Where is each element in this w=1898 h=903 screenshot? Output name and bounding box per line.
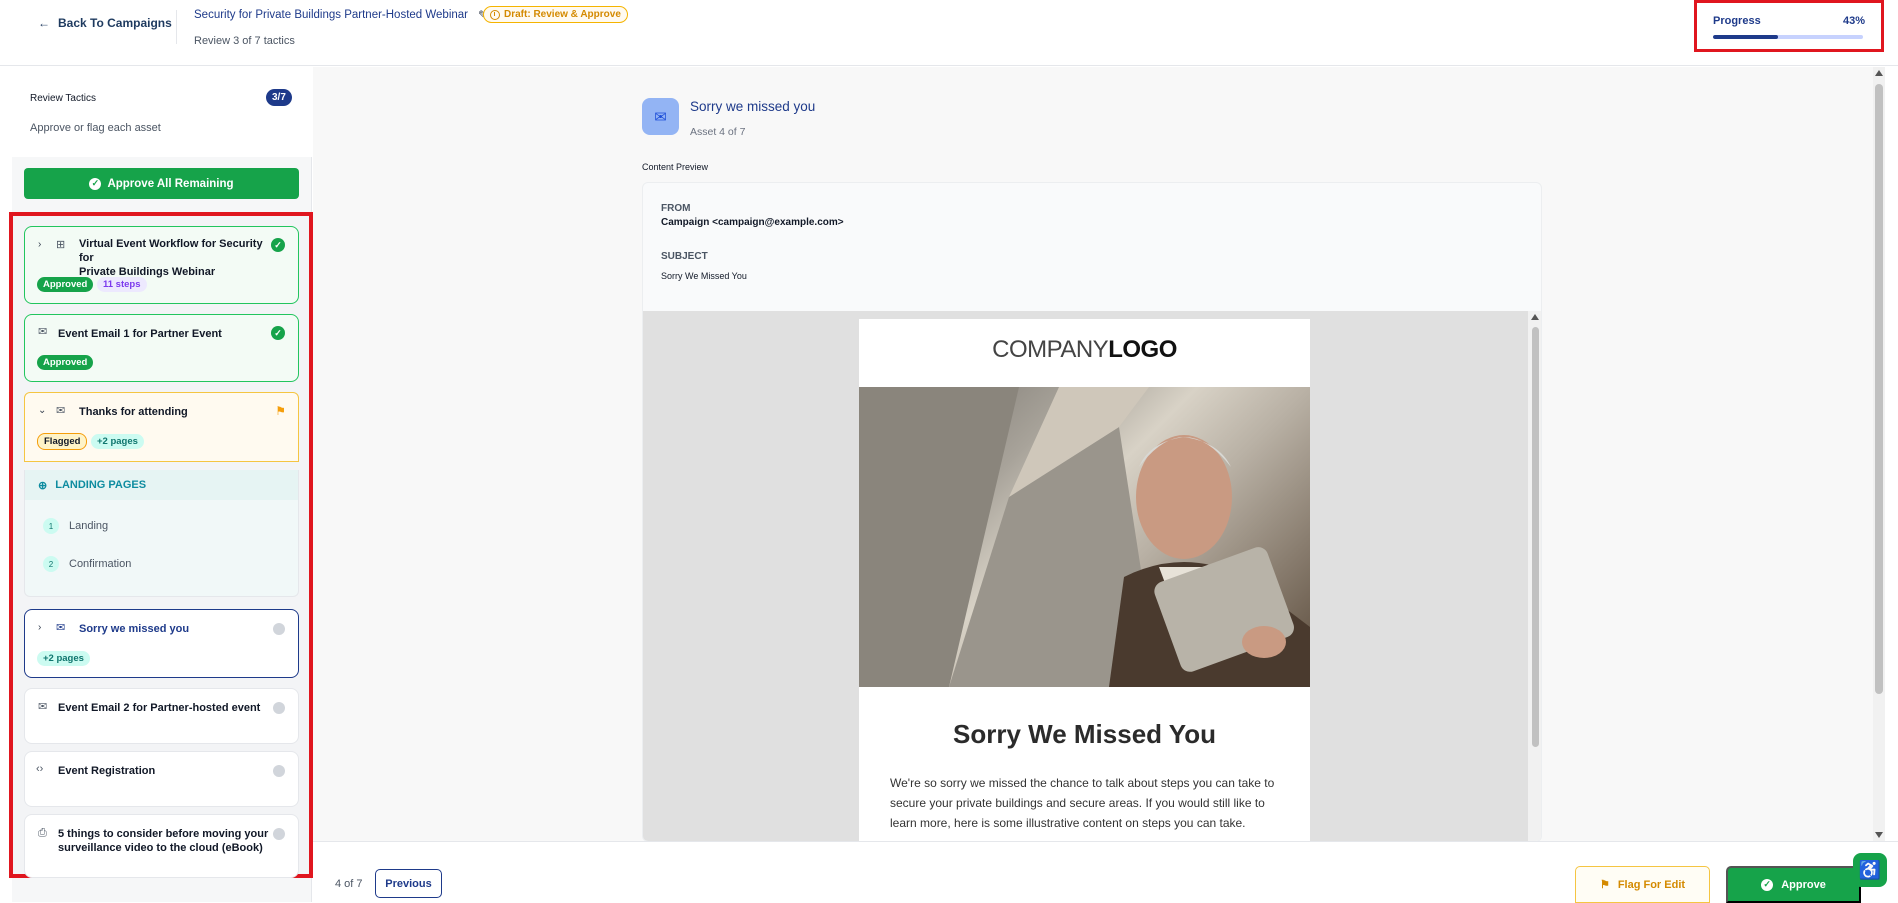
- approve-button[interactable]: ✓ Approve: [1726, 866, 1861, 903]
- asset-preview-area: ✉ Sorry we missed you Asset 4 of 7 Conte…: [313, 67, 1873, 842]
- email-preview-card: FROM Campaign <campaign@example.com> SUB…: [642, 182, 1542, 842]
- approved-badge: Approved: [37, 277, 94, 292]
- chevron-down-icon[interactable]: ⌄: [38, 405, 46, 416]
- tactic-card-thanks-for-attending[interactable]: ⌄ ✉ Thanks for attending ⚑ Flagged +2 pa…: [24, 392, 299, 462]
- check-circle-icon: ✓: [1761, 878, 1774, 891]
- approved-check-icon: ✓: [271, 326, 285, 340]
- hero-image: [859, 387, 1310, 687]
- envelope-icon: ✉: [38, 326, 48, 338]
- sidebar-header: Review Tactics Approve or flag each asse…: [12, 67, 312, 157]
- sidebar-title: Review Tactics: [30, 93, 96, 104]
- sidebar-subtitle: Approve or flag each asset: [30, 122, 161, 134]
- page-info: 4 of 7: [335, 878, 363, 890]
- pending-status-icon: [273, 623, 285, 635]
- review-count: Review 3 of 7 tactics: [194, 35, 295, 47]
- chevron-right-icon[interactable]: ›: [38, 239, 41, 250]
- back-to-campaigns-link[interactable]: ← Back To Campaigns: [38, 16, 172, 30]
- pages-badge: +2 pages: [37, 651, 90, 666]
- page-scrollbar[interactable]: [1873, 67, 1885, 841]
- approved-check-icon: ✓: [271, 238, 285, 252]
- header-divider: [176, 10, 177, 44]
- chevron-right-icon[interactable]: ›: [38, 622, 41, 633]
- arrow-left-icon: ←: [38, 16, 50, 30]
- tactic-title: Event Registration: [58, 765, 156, 777]
- flag-icon: ⚑: [1599, 879, 1610, 891]
- tactic-title-cont: surveillance video to the cloud (eBook): [58, 842, 263, 854]
- accessibility-icon[interactable]: ♿: [1853, 853, 1887, 887]
- landing-page-item[interactable]: 2 Confirmation: [43, 556, 131, 572]
- email-heading: Sorry We Missed You: [953, 719, 1216, 749]
- asset-title: Sorry we missed you: [690, 99, 816, 114]
- from-value: Campaign <campaign@example.com>: [661, 217, 844, 228]
- email-scrollbar[interactable]: [1528, 311, 1541, 841]
- clock-icon: [490, 9, 500, 20]
- tactic-title: Sorry we missed you: [79, 623, 190, 635]
- approve-all-remaining-button[interactable]: ✓ Approve All Remaining: [24, 168, 299, 199]
- check-circle-icon: ✓: [89, 177, 102, 190]
- tactic-title: Virtual Event Workflow for Security for: [79, 238, 263, 264]
- email-body-text: We're so sorry we missed the chance to t…: [890, 776, 1275, 830]
- progress-panel: Progress 43%: [1694, 0, 1884, 52]
- pending-status-icon: [273, 765, 285, 777]
- content-preview-label: Content Preview: [642, 162, 709, 172]
- scroll-down-arrow-icon[interactable]: [1875, 832, 1883, 838]
- tactic-card-event-email-1[interactable]: ✉ Event Email 1 for Partner Event ✓ Appr…: [24, 314, 299, 382]
- progress-label: Progress: [1713, 15, 1761, 27]
- tactic-title: 5 things to consider before moving your: [58, 828, 269, 840]
- review-sidebar: Review Tactics Approve or flag each asse…: [9, 67, 313, 902]
- from-label: FROM: [661, 203, 691, 214]
- subject-value: Sorry We Missed You: [661, 271, 747, 281]
- workflow-icon: ⊞: [56, 239, 66, 251]
- scroll-up-arrow-icon[interactable]: [1875, 70, 1883, 76]
- approved-badge: Approved: [37, 355, 94, 370]
- email-scrollbar-thumb[interactable]: [1532, 327, 1539, 747]
- envelope-icon: ✉: [56, 622, 66, 634]
- tactic-title: Event Email 1 for Partner Event: [58, 328, 222, 340]
- tactics-list: › ⊞ Virtual Event Workflow for Security …: [9, 212, 313, 878]
- subject-label: SUBJECT: [661, 251, 708, 262]
- envelope-icon: ✉: [56, 405, 66, 417]
- tactic-title: Event Email 2 for Partner-hosted event: [58, 702, 261, 714]
- company-logo: COMPANYLOGO: [992, 336, 1177, 363]
- tactic-card-event-registration[interactable]: ‹› Event Registration: [24, 751, 299, 807]
- status-badge: Draft: Review & Approve: [483, 6, 628, 23]
- top-header: ← Back To Campaigns Security for Private…: [0, 0, 1898, 66]
- flagged-badge: Flagged: [37, 433, 88, 450]
- landing-pages-section: ⊕ LANDING PAGES 1 Landing 2 Confirmation: [24, 470, 299, 597]
- pending-status-icon: [273, 702, 285, 714]
- steps-badge: 11 steps: [97, 277, 147, 292]
- flag-for-edit-button[interactable]: ⚑ Flag For Edit: [1575, 866, 1710, 903]
- progress-bar: [1713, 35, 1863, 39]
- globe-icon: ⊕: [38, 479, 48, 492]
- envelope-icon: ✉: [38, 701, 48, 713]
- tactic-card-sorry-we-missed-you[interactable]: › ✉ Sorry we missed you +2 pages: [24, 609, 299, 678]
- landing-pages-header: ⊕ LANDING PAGES: [25, 470, 298, 500]
- code-icon: ‹›: [36, 763, 44, 775]
- progress-percent: 43%: [1842, 15, 1865, 27]
- tactic-title: Thanks for attending: [79, 406, 188, 418]
- flag-icon: ⚑: [275, 404, 286, 418]
- tactic-count-badge: 3/7: [266, 89, 292, 106]
- previous-button[interactable]: Previous: [375, 869, 442, 898]
- print-icon: ⎙: [38, 827, 47, 839]
- envelope-icon: ✉: [642, 98, 679, 135]
- email-body: COMPANYLOGO Sorry We Missed You We're so…: [859, 319, 1310, 841]
- campaign-title: Security for Private Buildings Partner-H…: [194, 8, 488, 22]
- pages-badge: +2 pages: [91, 434, 144, 449]
- pending-status-icon: [273, 828, 285, 840]
- landing-page-item[interactable]: 1 Landing: [43, 518, 108, 534]
- scroll-up-arrow-icon[interactable]: [1531, 314, 1539, 320]
- asset-position: Asset 4 of 7: [690, 126, 746, 138]
- progress-bar-fill: [1713, 35, 1778, 39]
- tactic-card-ebook[interactable]: ⎙ 5 things to consider before moving you…: [24, 814, 299, 878]
- page-scrollbar-thumb[interactable]: [1875, 84, 1883, 694]
- tactic-card-workflow[interactable]: › ⊞ Virtual Event Workflow for Security …: [24, 226, 299, 304]
- tactic-card-event-email-2[interactable]: ✉ Event Email 2 for Partner-hosted event: [24, 688, 299, 744]
- footer-bar: 4 of 7 Previous ⚑ Flag For Edit ✓ Approv…: [313, 841, 1898, 903]
- email-render-frame[interactable]: COMPANYLOGO Sorry We Missed You We're so…: [643, 311, 1528, 841]
- hero-photo-illustration: [859, 387, 1310, 687]
